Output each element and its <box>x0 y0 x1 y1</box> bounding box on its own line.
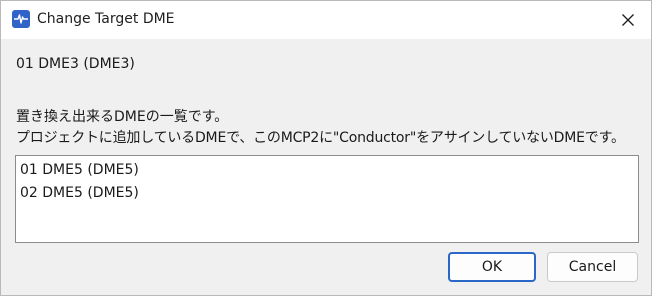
window-title: Change Target DME <box>37 11 175 27</box>
change-target-dme-dialog: Change Target DME 01 DME3 (DME3) 置き換え出来る… <box>0 0 652 296</box>
ok-button[interactable]: OK <box>448 252 536 282</box>
close-button[interactable] <box>613 5 643 35</box>
description-line-2: プロジェクトに追加しているDMEで、このMCP2に"Conductor"をアサイ… <box>16 130 625 146</box>
cancel-button[interactable]: Cancel <box>547 252 638 282</box>
description-line-1: 置き換え出来るDMEの一覧です。 <box>16 109 229 125</box>
dme-listbox[interactable]: 01 DME5 (DME5) 02 DME5 (DME5) <box>15 155 639 243</box>
list-item[interactable]: 02 DME5 (DME5) <box>20 185 139 205</box>
list-item[interactable]: 01 DME5 (DME5) <box>20 162 139 182</box>
waveform-icon <box>12 10 30 28</box>
current-target-label: 01 DME3 (DME3) <box>16 56 135 72</box>
title-bar[interactable]: Change Target DME <box>1 1 651 39</box>
close-icon <box>622 14 634 26</box>
